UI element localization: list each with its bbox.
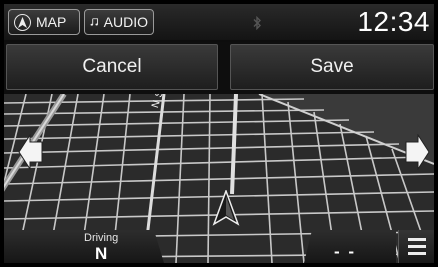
pan-left-arrow-icon[interactable] <box>18 134 44 170</box>
pan-right-arrow-icon[interactable] <box>404 134 430 170</box>
save-button[interactable]: Save <box>230 44 434 90</box>
bluetooth-icon <box>253 16 261 30</box>
compass-icon <box>14 13 31 31</box>
menu-icon-bar <box>407 245 426 248</box>
heading-label: Driving <box>84 232 119 244</box>
menu-icon-bar <box>407 252 426 255</box>
music-note-icon <box>90 18 99 26</box>
status-bar: MAP AUDIO 12:34 <box>4 4 434 40</box>
action-bar: Cancel Save <box>4 42 434 94</box>
audio-button[interactable]: AUDIO <box>84 9 154 35</box>
map-button-label: MAP <box>36 14 67 30</box>
menu-button[interactable] <box>398 230 434 263</box>
vehicle-position-icon <box>212 190 240 226</box>
audio-button-label: AUDIO <box>103 14 148 30</box>
cancel-button[interactable]: Cancel <box>6 44 218 90</box>
map-button[interactable]: MAP <box>8 9 80 35</box>
navigation-screen: MAP AUDIO 12:34 Cancel Save Driving N - … <box>4 4 434 263</box>
heading-value: N <box>95 244 108 263</box>
clock: 12:34 <box>357 6 430 37</box>
distance-value: - - <box>334 242 357 261</box>
menu-icon-bar <box>407 238 426 241</box>
